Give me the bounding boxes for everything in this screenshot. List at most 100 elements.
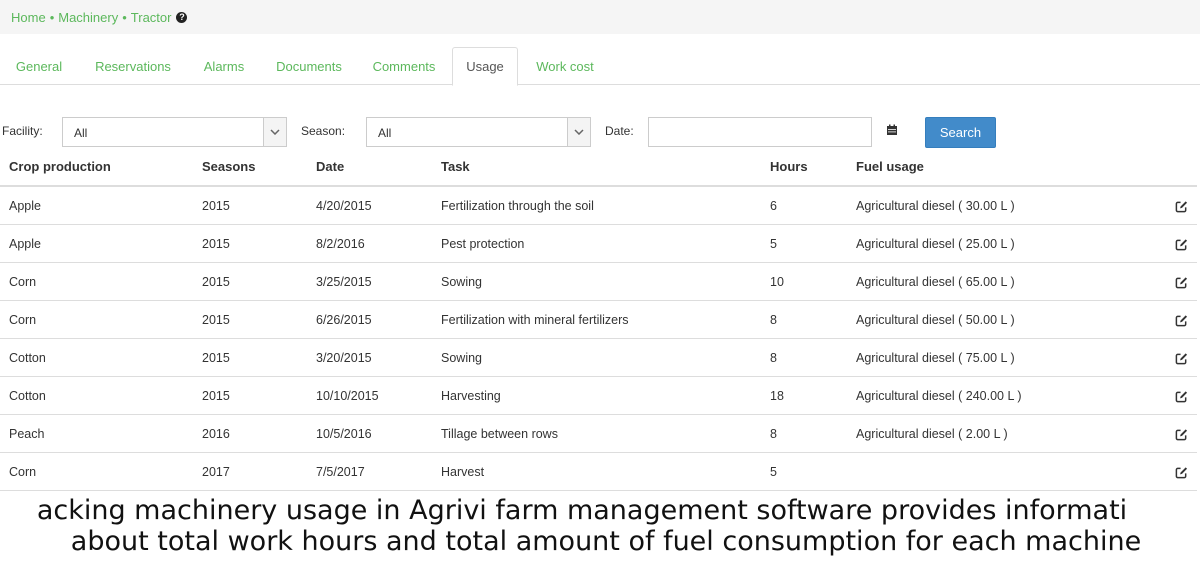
caption: acking machinery usage in Agrivi farm ma…: [0, 495, 1200, 565]
chevron-down-icon: [567, 118, 590, 146]
breadcrumb-separator: •: [122, 9, 127, 25]
edit-icon[interactable]: [1175, 466, 1188, 479]
edit-cell: [1143, 376, 1197, 415]
hours-cell: 5: [761, 224, 847, 263]
tab-documents[interactable]: Documents: [264, 47, 354, 85]
edit-cell: [1143, 414, 1197, 453]
hours-cell: 6: [761, 186, 847, 225]
crop-cell: Cotton: [0, 338, 193, 377]
task-cell: Harvest: [432, 452, 761, 491]
hours-cell: 5: [761, 452, 847, 491]
hours-cell: 8: [761, 338, 847, 377]
hours-cell: 8: [761, 300, 847, 339]
caption-line-2: about total work hours and total amount …: [70, 526, 1142, 557]
edit-icon[interactable]: [1175, 352, 1188, 365]
header-actions: [1143, 148, 1197, 187]
edit-icon[interactable]: [1175, 200, 1188, 213]
hours-cell: 18: [761, 376, 847, 415]
date-input[interactable]: [648, 117, 872, 147]
breadcrumb: Home • Machinery • Tractor ?: [0, 0, 1200, 34]
edit-icon[interactable]: [1175, 276, 1188, 289]
tab-comments[interactable]: Comments: [362, 47, 446, 85]
help-icon[interactable]: ?: [176, 11, 188, 23]
edit-cell: [1143, 338, 1197, 377]
tab-usage[interactable]: Usage: [452, 47, 518, 86]
header-crop-production[interactable]: Crop production: [0, 148, 193, 187]
fuel-usage-cell: Agricultural diesel ( 75.00 L ): [847, 338, 1143, 377]
tab-reservations[interactable]: Reservations: [80, 47, 186, 85]
search-button[interactable]: Search: [925, 117, 996, 148]
fuel-usage-cell: [847, 452, 1143, 491]
season-cell: 2015: [193, 376, 307, 415]
task-cell: Tillage between rows: [432, 414, 761, 453]
date-cell: 7/5/2017: [307, 452, 432, 491]
date-cell: 10/10/2015: [307, 376, 432, 415]
task-cell: Pest protection: [432, 224, 761, 263]
crop-cell: Corn: [0, 452, 193, 491]
edit-icon[interactable]: [1175, 238, 1188, 251]
table-row: Cotton 2015 3/20/2015 Sowing 8 Agricultural d…: [0, 338, 1197, 377]
season-select[interactable]: All: [366, 117, 591, 147]
header-date[interactable]: Date: [307, 148, 432, 187]
breadcrumb-home[interactable]: Home: [11, 10, 46, 25]
season-cell: 2015: [193, 224, 307, 263]
edit-cell: [1143, 300, 1197, 339]
edit-cell: [1143, 224, 1197, 263]
date-cell: 3/25/2015: [307, 262, 432, 301]
crop-cell: Corn: [0, 300, 193, 339]
table-row: Peach 2016 10/5/2016 Tillage between rows 8 A…: [0, 414, 1197, 453]
header-hours[interactable]: Hours: [761, 148, 847, 187]
date-label: Date:: [605, 124, 634, 138]
table-row: Corn 2017 7/5/2017 Harvest 5: [0, 452, 1197, 491]
season-cell: 2015: [193, 262, 307, 301]
header-fuel-usage[interactable]: Fuel usage: [847, 148, 1143, 187]
date-cell: 3/20/2015: [307, 338, 432, 377]
table-row: Corn 2015 6/26/2015 Fertilization with mine…: [0, 300, 1197, 339]
tab-general[interactable]: General: [3, 47, 75, 85]
fuel-usage-cell: Agricultural diesel ( 2.00 L ): [847, 414, 1143, 453]
season-cell: 2015: [193, 300, 307, 339]
edit-icon[interactable]: [1175, 428, 1188, 441]
calendar-icon[interactable]: [886, 124, 898, 136]
table-row: Cotton 2015 10/10/2015 Harvesting 18 Agricult…: [0, 376, 1197, 415]
table-header-row: Crop production Seasons Date Task Hours …: [0, 148, 1197, 187]
crop-cell: Peach: [0, 414, 193, 453]
fuel-usage-cell: Agricultural diesel ( 25.00 L ): [847, 224, 1143, 263]
date-cell: 8/2/2016: [307, 224, 432, 263]
edit-icon[interactable]: [1175, 314, 1188, 327]
header-task[interactable]: Task: [432, 148, 761, 187]
season-cell: 2016: [193, 414, 307, 453]
tab-bar: General Reservations Alarms Documents Co…: [0, 47, 1200, 86]
crop-cell: Apple: [0, 186, 193, 225]
task-cell: Fertilization with mineral fertilizers: [432, 300, 761, 339]
task-cell: Sowing: [432, 262, 761, 301]
date-cell: 6/26/2015: [307, 300, 432, 339]
crop-cell: Cotton: [0, 376, 193, 415]
season-label: Season:: [301, 124, 346, 138]
task-cell: Sowing: [432, 338, 761, 377]
facility-label: Facility:: [2, 124, 43, 138]
task-cell: Harvesting: [432, 376, 761, 415]
edit-cell: [1143, 262, 1197, 301]
edit-cell: [1143, 186, 1197, 225]
table-row: Corn 2015 3/25/2015 Sowing 10 Agricultural di…: [0, 262, 1197, 301]
filter-bar: Facility: All Season: All Date: Search: [0, 116, 1200, 148]
season-cell: 2015: [193, 338, 307, 377]
tab-alarms[interactable]: Alarms: [192, 47, 256, 85]
edit-cell: [1143, 452, 1197, 491]
breadcrumb-machinery[interactable]: Machinery: [58, 10, 118, 25]
header-seasons[interactable]: Seasons: [193, 148, 307, 187]
season-select-value: All: [378, 126, 392, 140]
crop-cell: Corn: [0, 262, 193, 301]
breadcrumb-tractor[interactable]: Tractor: [131, 10, 172, 25]
fuel-usage-cell: Agricultural diesel ( 30.00 L ): [847, 186, 1143, 225]
task-cell: Fertilization through the soil: [432, 186, 761, 225]
chevron-down-icon: [263, 118, 286, 146]
fuel-usage-cell: Agricultural diesel ( 50.00 L ): [847, 300, 1143, 339]
edit-icon[interactable]: [1175, 390, 1188, 403]
usage-table: Crop production Seasons Date Task Hours …: [0, 148, 1197, 491]
hours-cell: 10: [761, 262, 847, 301]
crop-cell: Apple: [0, 224, 193, 263]
facility-select[interactable]: All: [62, 117, 287, 147]
tab-work-cost[interactable]: Work cost: [524, 47, 606, 85]
